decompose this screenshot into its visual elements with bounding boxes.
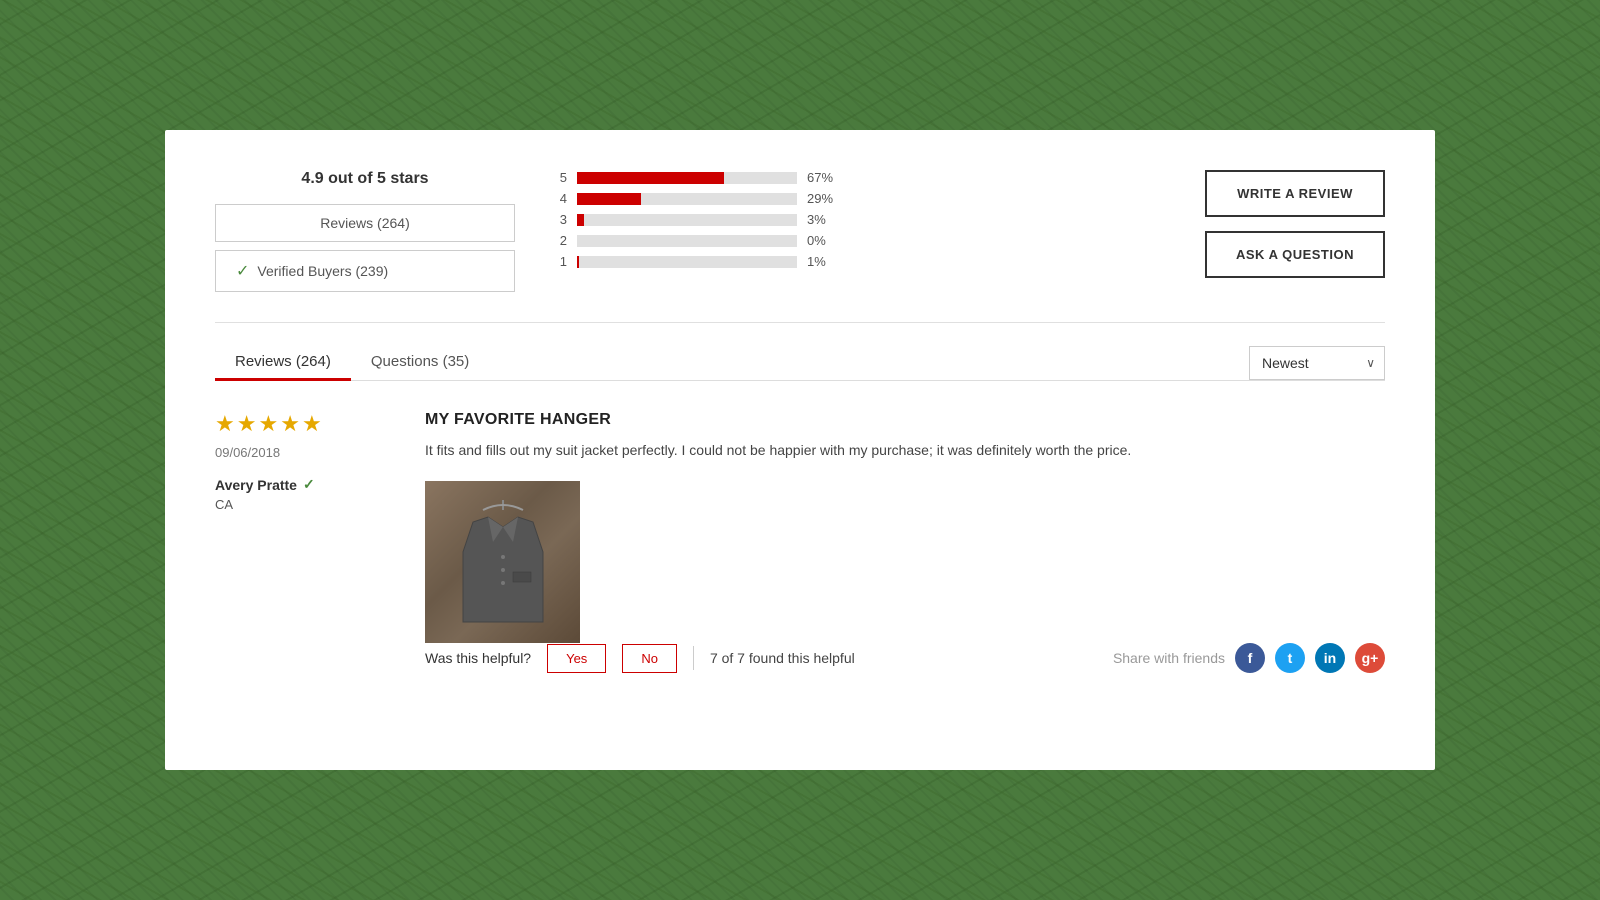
reviewer-name: Avery Pratte ✓ (215, 476, 395, 493)
facebook-icon[interactable]: f (1235, 643, 1265, 673)
verified-buyers-label: Verified Buyers (239) (257, 263, 388, 279)
reviewer-verified-icon: ✓ (303, 476, 315, 493)
verified-buyers-box: ✓ Verified Buyers (239) (215, 250, 515, 292)
review-title: MY FAVORITE HANGER (425, 411, 1385, 429)
summary-section: 4.9 out of 5 stars Reviews (264) ✓ Verif… (215, 170, 1385, 323)
bar-row: 1 1% (555, 254, 1125, 269)
sort-section: Newest Oldest Most Helpful Highest Ratin… (1249, 346, 1385, 380)
bar-track (577, 256, 797, 268)
star-bars-section: 5 67% 4 29% 3 3% 2 0% 1 1% (515, 170, 1165, 275)
review-date: 09/06/2018 (215, 445, 395, 460)
helpful-no-button[interactable]: No (622, 644, 677, 673)
star-5: ★ (302, 411, 322, 437)
bar-fill (577, 172, 724, 184)
sort-wrapper: Newest Oldest Most Helpful Highest Ratin… (1249, 346, 1385, 380)
write-review-button[interactable]: WRITE A REVIEW (1205, 170, 1385, 217)
bar-pct-label: 29% (807, 191, 842, 206)
helpful-yes-button[interactable]: Yes (547, 644, 606, 673)
bar-pct-label: 67% (807, 170, 842, 185)
actions-section: WRITE A REVIEW ASK A QUESTION (1165, 170, 1385, 278)
review-image (425, 481, 580, 643)
reviews-count-box: Reviews (264) (215, 204, 515, 242)
tab-questions[interactable]: Questions (35) (351, 343, 489, 380)
star-4: ★ (280, 411, 300, 437)
star-2: ★ (237, 411, 257, 437)
bar-fill (577, 214, 584, 226)
verified-shield-icon: ✓ (236, 261, 249, 281)
star-1: ★ (215, 411, 235, 437)
overall-rating: 4.9 out of 5 stars Reviews (264) ✓ Verif… (215, 170, 515, 292)
bar-row: 3 3% (555, 212, 1125, 227)
review-item: ★ ★ ★ ★ ★ 09/06/2018 Avery Pratte ✓ CA M… (215, 411, 1385, 673)
review-stars: ★ ★ ★ ★ ★ (215, 411, 395, 437)
bar-pct-label: 1% (807, 254, 842, 269)
bar-track (577, 172, 797, 184)
review-content: MY FAVORITE HANGER It fits and fills out… (425, 411, 1385, 673)
bar-star-label: 4 (555, 191, 567, 206)
linkedin-icon[interactable]: in (1315, 643, 1345, 673)
reviewer-location: CA (215, 497, 395, 512)
star-3: ★ (258, 411, 278, 437)
bar-row: 2 0% (555, 233, 1125, 248)
helpful-row: Was this helpful? Yes No 7 of 7 found th… (425, 643, 1385, 673)
twitter-icon[interactable]: t (1275, 643, 1305, 673)
bar-row: 4 29% (555, 191, 1125, 206)
share-label: Share with friends (1113, 650, 1225, 666)
bar-track (577, 193, 797, 205)
share-section: Share with friends f t in g+ (1113, 643, 1385, 673)
ask-question-button[interactable]: ASK A QUESTION (1205, 231, 1385, 278)
bar-star-label: 3 (555, 212, 567, 227)
divider (693, 646, 694, 670)
bar-row: 5 67% (555, 170, 1125, 185)
helpful-count: 7 of 7 found this helpful (710, 650, 855, 666)
review-text: It fits and fills out my suit jacket per… (425, 439, 1385, 461)
rating-title: 4.9 out of 5 stars (215, 170, 515, 188)
bar-pct-label: 3% (807, 212, 842, 227)
googleplus-icon[interactable]: g+ (1355, 643, 1385, 673)
bar-star-label: 1 (555, 254, 567, 269)
sort-select[interactable]: Newest Oldest Most Helpful Highest Ratin… (1249, 346, 1385, 380)
bar-track (577, 235, 797, 247)
bar-star-label: 5 (555, 170, 567, 185)
bar-fill (577, 193, 641, 205)
review-meta: ★ ★ ★ ★ ★ 09/06/2018 Avery Pratte ✓ CA (215, 411, 395, 673)
tab-reviews[interactable]: Reviews (264) (215, 343, 351, 380)
review-card: 4.9 out of 5 stars Reviews (264) ✓ Verif… (165, 130, 1435, 770)
bar-track (577, 214, 797, 226)
jacket-svg (453, 492, 553, 632)
bar-pct-label: 0% (807, 233, 842, 248)
bar-star-label: 2 (555, 233, 567, 248)
tabs-section: Reviews (264) Questions (35) Newest Olde… (215, 343, 1385, 381)
bar-fill (577, 256, 579, 268)
helpful-label: Was this helpful? (425, 650, 531, 666)
